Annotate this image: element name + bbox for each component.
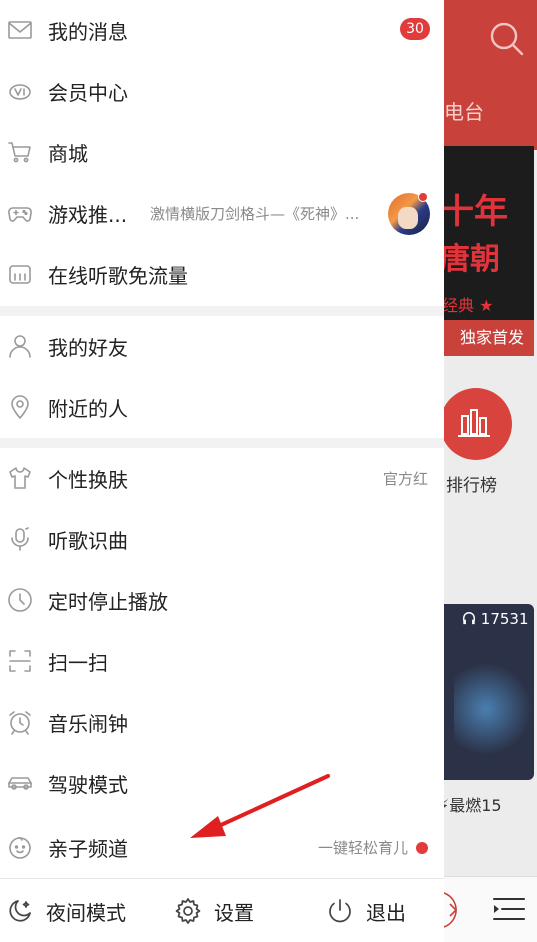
menu-item-scan[interactable]: 扫一扫	[0, 631, 444, 691]
menu-item-free-data[interactable]: 在线听歌免流量	[0, 244, 444, 304]
menu-item-messages[interactable]: 我的消息	[0, 0, 444, 60]
menu-item-label: 附近的人	[48, 396, 128, 421]
menu-item-label: 我的消息	[48, 19, 128, 44]
menu-item-friends[interactable]: 我的好友	[0, 316, 444, 376]
gear-icon	[175, 898, 201, 924]
menu-item-theme-skin[interactable]: 个性换肤 官方红	[0, 448, 444, 508]
exit-label: 退出	[366, 900, 406, 925]
annotation-arrow-icon	[190, 774, 330, 838]
banner-line-3: 经典 ★	[444, 296, 494, 315]
sim-card-icon	[6, 260, 34, 288]
playlist-count-text: 17531	[480, 610, 529, 628]
menu-item-label: 会员中心	[48, 80, 128, 105]
menu-item-label: 亲子频道	[48, 836, 128, 861]
baby-face-icon	[6, 833, 34, 861]
settings-label: 设置	[214, 900, 254, 925]
clock-icon	[6, 586, 34, 614]
settings-button[interactable]: 设置	[174, 879, 254, 942]
menu-item-label: 扫一扫	[48, 650, 108, 675]
alarm-clock-icon	[6, 708, 34, 736]
section-divider	[0, 438, 444, 448]
menu-item-vip-center[interactable]: 会员中心	[0, 61, 444, 121]
new-dot	[416, 842, 428, 854]
menu-item-label: 定时停止播放	[48, 589, 168, 614]
gamepad-icon	[6, 199, 34, 227]
menu-item-sleep-timer[interactable]: 定时停止播放	[0, 570, 444, 630]
scan-icon	[6, 647, 34, 675]
menu-item-label: 商城	[48, 141, 88, 166]
microphone-icon	[6, 525, 34, 553]
vip-icon	[6, 77, 34, 105]
menu-item-song-recognition[interactable]: 听歌识曲	[0, 509, 444, 569]
tshirt-icon	[6, 464, 34, 492]
playlist-title: ⚡最燃15	[438, 796, 502, 815]
menu-item-label: 在线听歌免流量	[48, 263, 188, 288]
moon-icon	[9, 900, 31, 922]
search-icon[interactable]	[488, 20, 526, 58]
cart-icon	[6, 138, 34, 166]
headphones-icon	[463, 612, 475, 625]
ranking-label: 排行榜	[446, 476, 497, 496]
menu-item-game-recommend[interactable]: 游戏推... 激情横版刀剑格斗—《死神》...	[0, 183, 444, 243]
menu-item-store[interactable]: 商城	[0, 122, 444, 182]
current-skin-value: 官方红	[382, 469, 428, 488]
banner-line-1: 十年	[444, 192, 508, 232]
menu-item-label: 我的好友	[48, 335, 128, 360]
menu-item-label: 驾驶模式	[48, 772, 128, 797]
drawer-bottom-bar: 夜间模式 设置 退出	[0, 878, 444, 942]
menu-item-label: 音乐闹钟	[48, 711, 128, 736]
new-dot	[418, 192, 428, 202]
section-divider	[0, 306, 444, 316]
menu-item-label: 游戏推...	[48, 202, 128, 227]
night-mode-label: 夜间模式	[46, 900, 126, 925]
location-pin-icon	[6, 393, 34, 421]
playlist-card[interactable]	[444, 604, 534, 780]
power-icon	[329, 899, 351, 923]
unread-badge: 30	[400, 18, 430, 40]
side-drawer: 我的消息 30 会员中心 商城 游戏推... 激情横版刀剑格斗—《死神》... …	[0, 0, 444, 942]
night-mode-button[interactable]: 夜间模式	[6, 879, 126, 942]
banner-tag: 独家首发	[444, 320, 534, 356]
playlist-play-count: 17531	[462, 610, 529, 628]
menu-item-label: 个性换肤	[48, 467, 128, 492]
menu-item-music-alarm[interactable]: 音乐闹钟	[0, 692, 444, 752]
menu-item-label: 听歌识曲	[48, 528, 128, 553]
mail-icon	[6, 16, 34, 44]
exit-button[interactable]: 退出	[326, 879, 406, 942]
ranking-icon[interactable]	[440, 388, 512, 460]
menu-item-nearby-people[interactable]: 附近的人	[0, 377, 444, 437]
banner-line-2: 唐朝	[444, 242, 500, 277]
car-icon	[6, 769, 34, 797]
game-promo-text: 激情横版刀剑格斗—《死神》...	[150, 204, 360, 223]
person-icon	[6, 332, 34, 360]
background-tab-radio[interactable]: 电台	[444, 96, 484, 125]
background-player-bar[interactable]	[443, 876, 537, 942]
